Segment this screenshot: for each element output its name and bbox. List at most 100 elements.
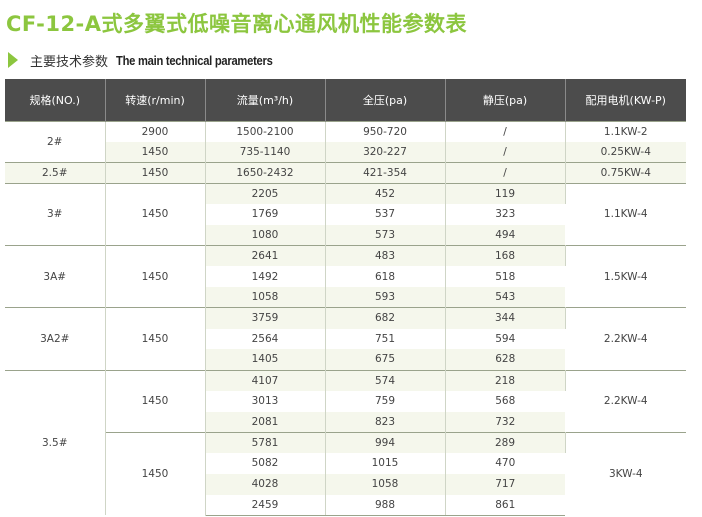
table-row: 1450 735-1140 320-227 / 0.25KW-4 <box>5 141 686 163</box>
total-pressure-cell: 994 <box>325 431 446 453</box>
motor-cell: 2.2KW-4 <box>565 307 686 370</box>
motor-cell: 0.25KW-4 <box>565 141 686 163</box>
speed-cell: 1450 <box>105 182 206 246</box>
flow-cell: 5082 <box>205 453 326 474</box>
static-pressure-cell: 518 <box>495 270 516 283</box>
flow-cell: 5781 <box>205 431 326 453</box>
header-motor: 配用电机(KW-P) <box>565 79 686 121</box>
static-pressure-cell: 861 <box>445 494 565 516</box>
total-pressure-cell: 682 <box>325 307 446 329</box>
static-pressure-cell: 543 <box>445 287 565 308</box>
total-pressure-cell: 452 <box>325 182 446 204</box>
flow-cell: 2641 <box>205 245 326 267</box>
triangle-bullet-icon <box>8 52 18 68</box>
total-pressure-cell: 988 <box>325 494 446 516</box>
motor-cell: 0.75KW-4 <box>565 162 686 184</box>
section-heading: 主要技术参数 The main technical parameters <box>8 50 298 70</box>
table-row: 1450 5781 994 289 3KW-4 <box>5 431 686 516</box>
total-pressure-cell: 483 <box>325 245 446 267</box>
table-row: 3A2# 1450 3759 682 344 2.2KW-4 <box>5 307 686 370</box>
speed-cell: 1450 <box>105 431 206 516</box>
flow-cell: 3013 <box>205 390 326 412</box>
motor-cell: 1.1KW-4 <box>565 182 686 246</box>
header-model: 规格(NO.) <box>5 79 106 121</box>
total-pressure-cell: 675 <box>325 349 446 370</box>
table-row: 3# 1450 2205 452 119 1.1KW-4 <box>5 182 686 246</box>
flow-cell: 1058 <box>205 287 326 308</box>
static-pressure-cell: 628 <box>445 349 565 370</box>
static-pressure-cell: 494 <box>445 224 565 246</box>
table-row: 3.5# 1450 4107 574 218 2.2KW-4 <box>5 369 686 516</box>
static-pressure-cell: / <box>445 120 566 142</box>
header-flow: 流量(m³/h) <box>205 79 326 121</box>
static-pressure-cell: 218 <box>445 369 566 391</box>
static-pressure-cell: 168 <box>445 245 566 267</box>
static-pressure-cell: 568 <box>495 395 516 408</box>
page-title: CF-12-A式多翼式低噪音离心通风机性能参数表 <box>6 12 468 36</box>
model-cell: 2.5# <box>5 162 106 184</box>
parameters-table: 规格(NO.) 转速(r/min) 流量(m³/h) 全压(pa) 静压(pa)… <box>5 79 686 516</box>
model-cell: 2# <box>5 120 106 163</box>
total-pressure-cell: 950-720 <box>325 120 446 142</box>
speed-cell: 2900 <box>105 120 206 142</box>
flow-cell: 2459 <box>205 494 326 516</box>
total-pressure-cell: 573 <box>325 224 446 246</box>
table-row: 2.5# 1450 1650-2432 421-354 / 0.75KW-4 <box>5 162 686 184</box>
speed-cell: 1450 <box>105 369 206 433</box>
motor-cell: 1.5KW-4 <box>565 244 686 308</box>
flow-cell: 735-1140 <box>205 141 326 163</box>
flow-cell: 2081 <box>205 411 326 433</box>
motor-cell: 1.1KW-2 <box>565 120 686 142</box>
motor-cell: 2.2KW-4 <box>565 369 686 433</box>
flow-cell: 1492 <box>205 266 326 287</box>
speed-cell: 1450 <box>105 141 206 163</box>
total-pressure-cell: 574 <box>325 369 446 391</box>
model-cell: 3.5# <box>5 369 106 516</box>
section-heading-cn: 主要技术参数 <box>30 54 109 70</box>
static-pressure-cell: 344 <box>445 307 566 329</box>
flow-cell: 1080 <box>205 224 326 246</box>
flow-cell: 1769 <box>205 204 326 225</box>
model-cell: 3# <box>5 182 106 246</box>
speed-cell: 1450 <box>105 244 206 308</box>
table-header-row: 规格(NO.) 转速(r/min) 流量(m³/h) 全压(pa) 静压(pa)… <box>5 79 686 121</box>
static-pressure-cell: 594 <box>495 332 516 345</box>
flow-cell: 4028 <box>205 473 326 495</box>
static-pressure-cell: / <box>445 162 566 184</box>
total-pressure-cell: 759 <box>325 390 446 412</box>
flow-cell: 3759 <box>205 307 326 329</box>
static-pressure-cell: 717 <box>445 473 565 495</box>
static-pressure-cell: 289 <box>445 431 566 453</box>
static-pressure-cell: 323 <box>495 208 516 221</box>
total-pressure-cell: 823 <box>325 411 446 433</box>
flow-cell: 2564 <box>205 328 326 350</box>
total-pressure-cell: 751 <box>325 328 446 350</box>
model-cell: 3A# <box>5 244 106 308</box>
flow-cell: 2205 <box>205 182 326 204</box>
static-pressure-cell: / <box>445 141 566 163</box>
table-row: 2# 2900 1500-2100 950-720 / 1.1KW-2 <box>5 120 686 163</box>
motor-cell: 3KW-4 <box>565 431 686 516</box>
speed-cell: 1450 <box>105 162 206 184</box>
total-pressure-cell: 618 <box>325 266 446 287</box>
header-total-pressure: 全压(pa) <box>325 79 446 121</box>
total-pressure-cell: 537 <box>325 204 446 225</box>
header-static-pressure: 静压(pa) <box>445 79 566 121</box>
flow-cell: 4107 <box>205 369 326 391</box>
total-pressure-cell: 593 <box>325 287 446 308</box>
model-cell: 3A2# <box>5 307 106 370</box>
header-speed: 转速(r/min) <box>105 79 206 121</box>
static-pressure-cell: 470 <box>495 457 516 470</box>
static-pressure-cell: 732 <box>445 411 565 433</box>
flow-cell: 1650-2432 <box>205 162 326 184</box>
total-pressure-cell: 1058 <box>325 473 446 495</box>
total-pressure-cell: 320-227 <box>325 141 446 163</box>
table-row: 3A# 1450 2641 483 168 1.5KW-4 <box>5 244 686 308</box>
speed-cell: 1450 <box>105 307 206 370</box>
total-pressure-cell: 1015 <box>325 453 446 474</box>
static-pressure-cell: 119 <box>445 182 566 204</box>
flow-cell: 1405 <box>205 349 326 370</box>
section-heading-en: The main technical parameters <box>116 52 273 68</box>
total-pressure-cell: 421-354 <box>325 162 446 184</box>
flow-cell: 1500-2100 <box>205 120 326 142</box>
